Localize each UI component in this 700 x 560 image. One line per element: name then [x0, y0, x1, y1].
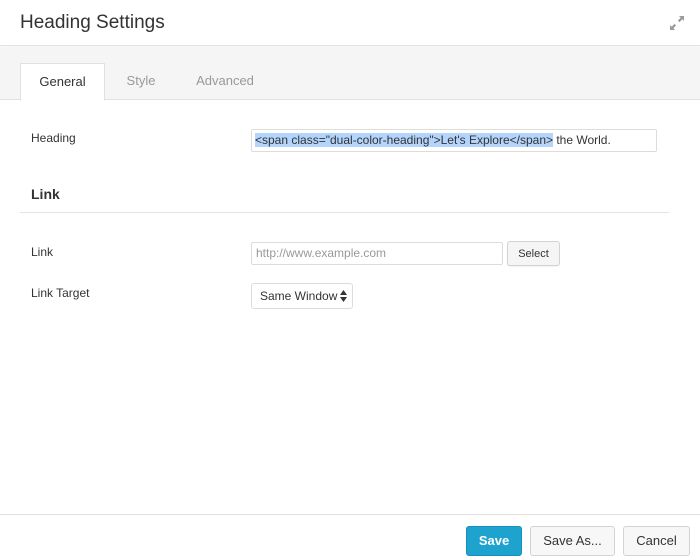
link-select-button[interactable]: Select	[507, 241, 560, 266]
heading-input[interactable]: <span class="dual-color-heading">Let's E…	[251, 129, 657, 152]
heading-label: Heading	[31, 131, 76, 145]
link-target-label: Link Target	[31, 286, 90, 300]
link-label: Link	[31, 245, 54, 259]
save-button[interactable]: Save	[466, 526, 522, 556]
select-arrows-icon	[340, 290, 347, 302]
expand-arrows-icon	[670, 16, 684, 30]
tab-advanced[interactable]: Advanced	[184, 63, 266, 101]
footer-divider	[0, 514, 700, 515]
expand-button[interactable]	[668, 14, 686, 32]
link-section-title: Link	[31, 186, 60, 202]
link-input[interactable]: http://www.example.com	[251, 242, 503, 265]
heading-selected-text: <span class="dual-color-heading">Let's E…	[255, 133, 554, 147]
dialog-title: Heading Settings	[20, 12, 165, 33]
dialog-header: Heading Settings	[0, 0, 700, 46]
link-target-value: Same Window	[260, 289, 338, 303]
tab-bar: General Style Advanced	[0, 47, 700, 101]
tab-general[interactable]: General	[20, 63, 105, 101]
cancel-button[interactable]: Cancel	[623, 526, 690, 556]
link-target-select[interactable]: Same Window	[251, 283, 353, 309]
heading-rest-text: the World.	[553, 133, 611, 147]
save-as-button[interactable]: Save As...	[530, 526, 615, 556]
section-divider	[20, 212, 669, 213]
tab-style[interactable]: Style	[112, 63, 170, 101]
